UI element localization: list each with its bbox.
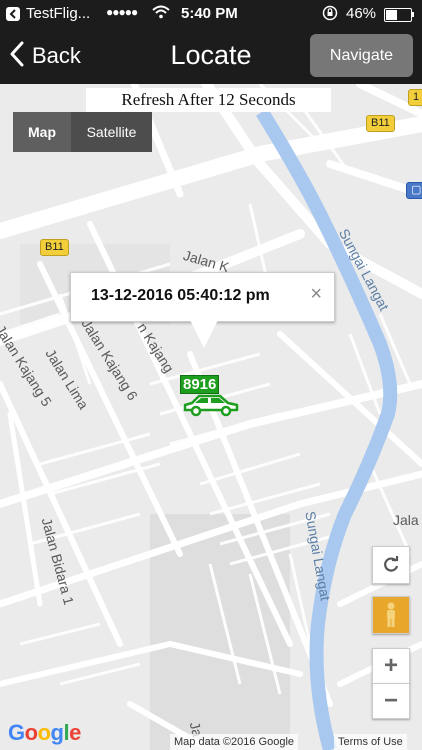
road-badge-b11: B11 bbox=[366, 115, 395, 132]
marker-info-window: 13-12-2016 05:40:12 pm × bbox=[70, 272, 335, 322]
road-badge: 1 bbox=[408, 89, 422, 106]
transit-icon: ▢ bbox=[406, 182, 422, 199]
rotation-lock-icon bbox=[322, 5, 338, 25]
zoom-out-button[interactable]: − bbox=[372, 683, 410, 719]
battery-percent: 46% bbox=[346, 5, 377, 22]
clock: 5:40 PM bbox=[181, 5, 238, 22]
battery-icon bbox=[384, 8, 412, 22]
car-icon bbox=[183, 394, 239, 417]
zoom-in-button[interactable]: + bbox=[372, 648, 410, 684]
street-label: Jala bbox=[393, 512, 419, 528]
vehicle-plate-label: 8916 bbox=[180, 375, 220, 394]
vehicle-marker[interactable]: 8916 bbox=[180, 375, 240, 421]
wifi-icon bbox=[152, 5, 170, 23]
back-to-app-icon[interactable] bbox=[6, 7, 20, 21]
refresh-countdown-banner: Refresh After 12 Seconds bbox=[86, 88, 331, 112]
pegman-icon bbox=[387, 602, 395, 627]
back-label: Back bbox=[32, 43, 81, 68]
map-type-satellite-button[interactable]: Satellite bbox=[71, 112, 152, 152]
map-type-toggle: Map Satellite bbox=[13, 112, 152, 152]
close-icon[interactable]: × bbox=[310, 283, 322, 306]
signal-strength: ●●●●● bbox=[106, 5, 138, 19]
navigation-bar: Back Locate Navigate bbox=[0, 28, 422, 84]
map-attribution: Map data ©2016 Google bbox=[170, 734, 299, 750]
google-logo: Google bbox=[8, 720, 81, 745]
road-badge-b11: B11 bbox=[40, 239, 69, 256]
map-type-map-button[interactable]: Map bbox=[13, 112, 71, 152]
refresh-map-button[interactable] bbox=[372, 546, 410, 584]
chevron-left-icon bbox=[10, 41, 24, 72]
info-window-timestamp: 13-12-2016 05:40:12 pm bbox=[91, 287, 270, 304]
carrier-label: TestFlig... bbox=[26, 5, 91, 22]
street-view-button[interactable] bbox=[372, 596, 410, 634]
battery-tip bbox=[412, 12, 414, 17]
back-button[interactable]: Back bbox=[10, 38, 81, 74]
terms-of-use-link[interactable]: Terms of Use bbox=[334, 734, 407, 750]
status-bar: TestFlig... ●●●●● 5:40 PM 46% bbox=[0, 0, 422, 28]
navigate-button[interactable]: Navigate bbox=[310, 34, 413, 77]
info-window-pointer bbox=[190, 320, 218, 348]
refresh-icon bbox=[384, 556, 399, 572]
